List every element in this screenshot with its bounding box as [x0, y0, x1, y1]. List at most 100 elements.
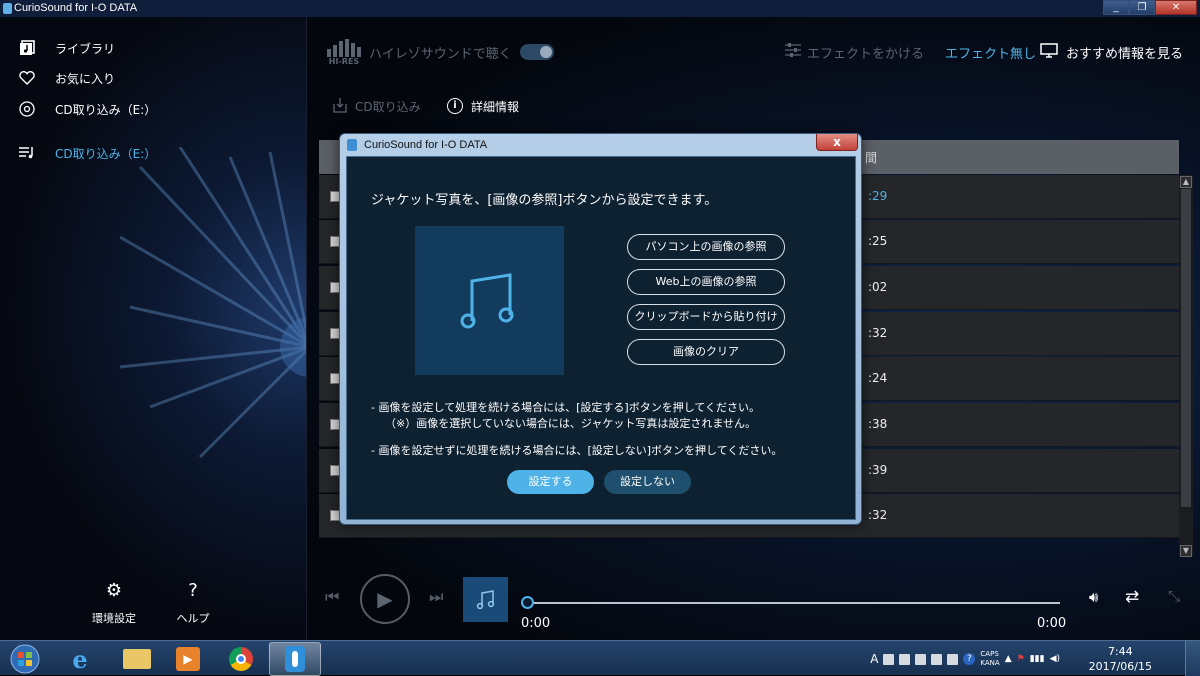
now-playing-artwork — [463, 577, 508, 622]
repeat-icon[interactable]: ⇄ — [1125, 587, 1139, 607]
dialog-app-icon — [347, 139, 357, 151]
equalizer-icon — [785, 43, 801, 61]
row-duration: :02 — [868, 280, 888, 294]
play-button[interactable]: ▶ — [360, 574, 410, 624]
row-duration: :32 — [868, 326, 888, 340]
next-icon[interactable]: ⏭ — [429, 587, 443, 607]
recommend-button[interactable]: おすすめ情報を見る — [1040, 37, 1183, 67]
hires-badge: HI-RES — [328, 56, 360, 66]
hires-logo: HI-RES — [327, 38, 361, 66]
clock[interactable]: 7:44 2017/06/15 — [1089, 644, 1152, 674]
music-note-icon — [460, 272, 513, 328]
row-duration: :39 — [868, 463, 888, 477]
taskbar-curiosound[interactable] — [269, 642, 321, 676]
hires-toggle-group: HI-RES ハイレゾサウンドで聴く — [327, 37, 554, 67]
explorer-icon — [123, 649, 151, 669]
cd-import-label: CD取り込み — [355, 99, 421, 114]
taskbar-explorer[interactable] — [109, 642, 165, 676]
dialog-message: ジャケット写真を、[画像の参照]ボタンから設定できます。 — [371, 193, 718, 208]
dialog-note: - 画像を設定して処理を続ける場合には、[設定する]ボタンを押してください。 — [371, 401, 761, 414]
help-icon: ? — [188, 580, 198, 601]
sidebar-item-library[interactable]: ライブラリ — [18, 39, 115, 57]
sidebar-item-cd[interactable]: CD取り込み（E:） — [18, 100, 156, 118]
sidebar-item-label: CD取り込み（E:） — [55, 146, 157, 161]
row-duration: :24 — [868, 371, 888, 385]
hires-label: ハイレゾサウンドで聴く — [369, 46, 512, 62]
scroll-down-icon[interactable]: ▼ — [1180, 545, 1192, 557]
dialog-note: - 画像を設定せずに処理を続ける場合には、[設定しない]ボタンを押してください。 — [371, 444, 783, 457]
hires-toggle[interactable] — [519, 44, 554, 60]
heart-icon — [18, 69, 36, 87]
browse-pc-image-button[interactable]: パソコン上の画像の参照 — [627, 234, 785, 260]
taskbar-media[interactable]: ▶ — [160, 642, 216, 676]
network-icon[interactable]: ▮▮▮ — [1030, 654, 1045, 664]
header-duration: 間 — [865, 151, 878, 165]
effect-status[interactable]: エフェクト無し — [945, 37, 1036, 67]
taskbar-ie[interactable]: e — [52, 642, 108, 676]
system-tray: A ? CAPS KANA ▲ ⚑ ▮▮▮ ◀) — [870, 644, 1060, 674]
browse-web-image-button[interactable]: Web上の画像の参照 — [627, 269, 785, 295]
table-scrollbar[interactable]: ▲ ▼ — [1179, 175, 1193, 557]
dont-set-button[interactable]: 設定しない — [604, 470, 691, 494]
background-rays — [120, 147, 306, 459]
taskbar-chrome[interactable] — [213, 642, 269, 676]
volume-tray-icon[interactable]: ◀) — [1050, 654, 1060, 664]
dialog-close-button[interactable]: x — [816, 134, 858, 151]
action-center-icon[interactable]: ⚑ — [1017, 654, 1025, 664]
start-button[interactable] — [0, 642, 50, 676]
tray-icon[interactable] — [899, 653, 911, 665]
effect-button[interactable]: エフェクトをかける — [785, 37, 924, 67]
settings-button[interactable]: ⚙ 環境設定 — [88, 580, 140, 626]
media-player-icon: ▶ — [176, 647, 200, 671]
close-button[interactable]: ✕ — [1155, 0, 1197, 15]
details-label: 詳細情報 — [471, 99, 520, 114]
sidebar-item-label: ライブラリ — [55, 41, 116, 56]
maximize-button[interactable]: ❐ — [1129, 0, 1155, 15]
cd-icon — [18, 100, 36, 118]
sidebar-item-cd-active[interactable]: CD取り込み（E:） — [18, 144, 156, 162]
clock-date: 2017/06/15 — [1088, 660, 1152, 673]
show-desktop-button[interactable] — [1185, 641, 1200, 676]
previous-icon[interactable]: ⏮ — [325, 587, 339, 607]
tray-icon[interactable] — [947, 653, 959, 665]
settings-tray-icon[interactable] — [931, 653, 943, 665]
tray-expand-icon[interactable]: ▲ — [1005, 654, 1012, 664]
dialog-body: ジャケット写真を、[画像の参照]ボタンから設定できます。 パソコン上の画像の参照… — [346, 156, 856, 520]
settings-label: 環境設定 — [92, 612, 136, 625]
clear-image-button[interactable]: 画像のクリア — [627, 339, 785, 365]
tray-icon[interactable] — [883, 653, 895, 665]
library-icon — [18, 39, 36, 57]
seek-handle[interactable] — [521, 596, 534, 609]
jacket-preview — [415, 226, 564, 375]
sidebar-item-favorites[interactable]: お気に入り — [18, 69, 115, 87]
details-button[interactable]: i 詳細情報 — [447, 95, 519, 117]
help-button[interactable]: ? ヘルプ — [170, 580, 216, 626]
effect-button-label: エフェクトをかける — [807, 46, 925, 62]
playlist-icon — [18, 144, 36, 162]
collapse-icon[interactable]: ⤡ — [1168, 587, 1180, 605]
scroll-up-icon[interactable]: ▲ — [1180, 176, 1192, 188]
volume-icon[interactable]: 🔊︎ — [1089, 588, 1098, 606]
help-tray-icon[interactable]: ? — [963, 653, 976, 665]
sidebar-item-label: お気に入り — [55, 71, 116, 86]
cd-import-button[interactable]: CD取り込み — [333, 95, 421, 117]
import-icon — [333, 97, 347, 116]
set-button[interactable]: 設定する — [507, 470, 594, 494]
window-controls: _ ❐ ✕ — [1103, 0, 1197, 15]
minimize-button[interactable]: _ — [1103, 0, 1129, 15]
seek-bar[interactable] — [527, 602, 1060, 604]
ime-indicator[interactable]: A — [870, 652, 878, 666]
ie-icon: e — [72, 644, 88, 674]
scroll-thumb[interactable] — [1181, 189, 1191, 507]
dialog-title: CurioSound for I-O DATA — [364, 139, 488, 151]
info-icon: i — [447, 98, 463, 114]
paste-clipboard-button[interactable]: クリップボードから貼り付け — [627, 304, 785, 330]
caps-label: CAPS — [980, 650, 999, 658]
caps-kana-indicator: CAPS KANA — [980, 650, 999, 668]
effect-status-label: エフェクト無し — [945, 46, 1037, 62]
tray-icon[interactable] — [915, 653, 927, 665]
gear-icon: ⚙ — [105, 580, 123, 601]
play-icon: ▶ — [377, 587, 393, 611]
app-icon — [3, 3, 12, 14]
row-duration: :32 — [868, 508, 888, 522]
